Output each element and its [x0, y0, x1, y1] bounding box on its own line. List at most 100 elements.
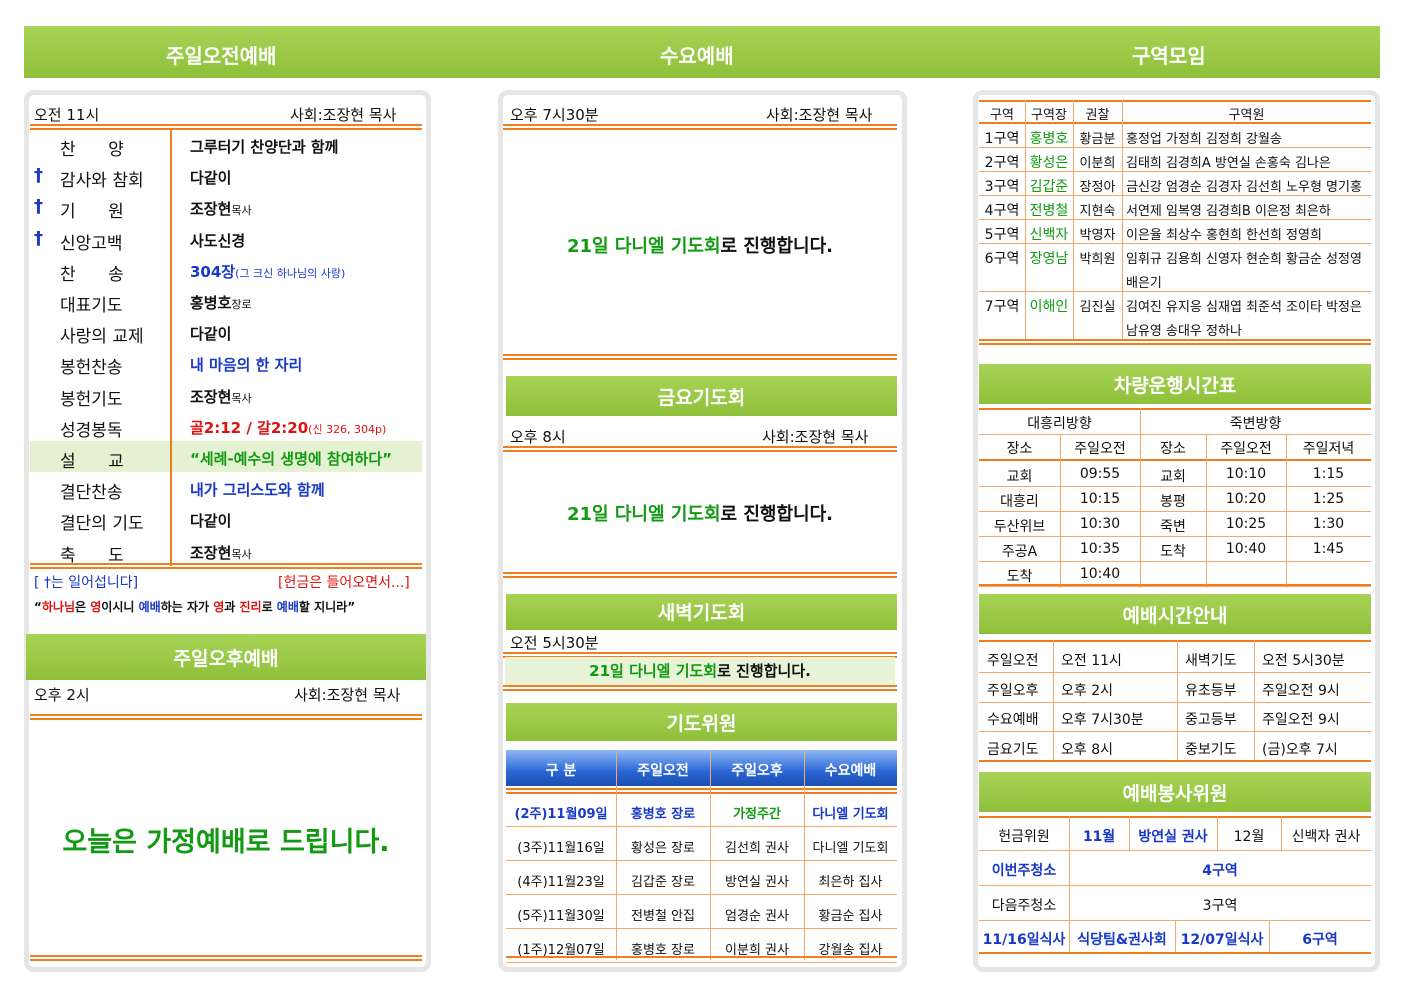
- fri-time: 오후 8시: [510, 428, 566, 446]
- grid-line: [506, 962, 897, 963]
- time-cell: 수요예배: [987, 712, 1039, 728]
- district-leader: 홍병호: [1029, 131, 1069, 147]
- grid-line: [979, 100, 1371, 102]
- time-cell: 오후 7시30분: [1061, 712, 1144, 728]
- time-cell: 주일오전 9시: [1262, 682, 1340, 699]
- order-item-value: 다같이: [190, 169, 232, 188]
- grid-line: [1060, 434, 1061, 588]
- bus-title: 차량운행시간표: [979, 364, 1371, 404]
- grid-line: [804, 750, 805, 960]
- order-item-name: 결단의 기도: [60, 514, 144, 535]
- sun-pm-title: 주일오후예배: [26, 634, 426, 680]
- grid-line: [979, 459, 1371, 461]
- order-item-value: 홍병호: [190, 294, 232, 312]
- district-name: 3구역: [984, 179, 1020, 195]
- order-item-name: 찬 양: [60, 140, 124, 160]
- bus-cell: 10:15: [1079, 491, 1121, 507]
- prayer-cell: 다니엘 기도회: [812, 841, 889, 856]
- grid-line: [979, 243, 1371, 244]
- prayer-cell: 다니엘 기도회: [812, 807, 889, 822]
- offering-note: [헌금은 들어오면서...]: [278, 575, 410, 591]
- bus-subheader: 장소: [1160, 441, 1186, 457]
- service-meal-cell: 11/16일식사: [982, 932, 1066, 948]
- order-item-content: 홍병호장로: [190, 292, 252, 313]
- service-offering-cell: 신백자 권사: [1291, 829, 1361, 845]
- order-column-divider: [170, 129, 172, 566]
- grid-line: [979, 408, 1371, 410]
- district-members: 서연제 임복영 김경희B 이은정 최은하: [1126, 204, 1331, 219]
- district-leader: 이해인: [1029, 299, 1069, 315]
- district-assistant: 황금분: [1079, 132, 1116, 147]
- order-item-name: 찬 송: [60, 264, 124, 285]
- stand-icon: †: [34, 227, 43, 249]
- order-item-value: 304장: [190, 262, 236, 281]
- district-members-cont: 배은기: [1126, 276, 1162, 291]
- order-item-value: 다같이: [190, 325, 232, 344]
- order-item-content: “세례-예수의 생명에 참여하다”: [190, 448, 392, 469]
- bus-cell: 두산위브: [993, 519, 1046, 535]
- bus-cell: 1:15: [1312, 466, 1345, 482]
- order-item-extra: (신 326, 304p): [308, 422, 387, 436]
- service-next-week-label: 다음주청소: [991, 898, 1057, 914]
- order-item-value: 내 마음의 한 자리: [190, 356, 303, 375]
- order-item-content: 다같이: [190, 323, 231, 344]
- grid-line: [979, 219, 1371, 220]
- prayer-cell: (5주)11월30일: [517, 909, 605, 924]
- district-assistant: 박영자: [1079, 228, 1116, 243]
- order-item-name: 봉헌찬송: [60, 358, 123, 379]
- divider: [503, 685, 897, 691]
- district-members: 임휘규 김용희 신영자 현순희 황금순 성정영: [1126, 252, 1362, 267]
- time-cell: 주일오전 9시: [1262, 712, 1340, 728]
- prayer-cell: (2주)11월09일: [514, 807, 608, 822]
- bus-cell: 도착: [1160, 544, 1186, 560]
- service-offering-cell: 11월: [1082, 829, 1116, 845]
- grid-line: [979, 195, 1371, 196]
- time-cell: 오후 2시: [1061, 682, 1113, 699]
- bus-subheader: 장소: [1006, 441, 1033, 457]
- district-header: 구역원: [1228, 108, 1265, 123]
- divider: [30, 955, 422, 961]
- service-next-week-value: 3구역: [1202, 898, 1238, 914]
- grid-line: [1286, 434, 1287, 588]
- grid-line: [1053, 640, 1054, 762]
- order-item-content: 골2:12 / 갈2:20(신 326, 304p): [190, 417, 386, 438]
- service-meal-cell: 12/07일식사: [1180, 932, 1264, 948]
- order-item-content: 내가 그리스도와 함께: [190, 479, 325, 500]
- wed-message: 21일 다니엘 기도회로 진행합니다.: [567, 236, 833, 257]
- grid-line: [506, 894, 897, 895]
- order-item-content: 사도신경: [190, 230, 245, 251]
- divider: [979, 339, 1371, 345]
- wed-leader: 사회:조장현 목사: [766, 106, 873, 124]
- dawn-title: 새벽기도회: [506, 594, 897, 630]
- prayer-header: 주일오전: [637, 763, 689, 779]
- order-item-value: 그루터기 찬양단과 함께: [190, 138, 339, 156]
- order-item-extra: 목사: [231, 547, 252, 561]
- time-cell: 주일오전: [987, 653, 1039, 669]
- bus-cell: 죽변: [1160, 519, 1186, 535]
- service-offering-cell: 헌금위원: [998, 829, 1050, 845]
- order-item-name: 사랑의 교제: [60, 327, 144, 348]
- order-item-value: 사도신경: [190, 231, 246, 250]
- bus-subheader: 주일저녁: [1302, 441, 1355, 457]
- bus-direction-1: 대흥리방향: [1027, 416, 1092, 432]
- prayer-cell: 황금순 집사: [818, 909, 883, 924]
- prayer-table: 구 분 주일오전 주일오후 수요예배 (2주)11월09일 홍병호 장로 가정주간 다니엘 기…: [506, 750, 897, 963]
- bus-cell: 10:40: [1079, 566, 1121, 582]
- prayer-cell: 김선희 권사: [725, 841, 789, 856]
- prayer-header: 주일오후: [731, 763, 783, 779]
- grid-line: [1206, 434, 1207, 588]
- grid-line: [979, 640, 1371, 642]
- prayer-cell: 홍병호 장로: [630, 807, 696, 822]
- district-header: 구역장: [1031, 108, 1067, 123]
- bus-cell: 교회: [1160, 469, 1186, 485]
- order-item-content: 조장현목사: [190, 198, 252, 219]
- district-leader: 황성은: [1029, 155, 1069, 171]
- time-cell: 오전 11시: [1061, 653, 1122, 669]
- bus-subheader: 주일오전: [1074, 441, 1126, 457]
- header-wed: 수요예배: [660, 44, 734, 68]
- sun-am-leader: 사회:조장현 목사: [290, 106, 397, 124]
- divider: [503, 354, 897, 360]
- bus-table: 대흥리방향 죽변방향 장소 주일오전 장소 주일오전 주일저녁 교회 09:55 교회 10:10 1…: [979, 408, 1371, 588]
- time-cell: 오후 8시: [1061, 741, 1113, 758]
- order-item-extra: 목사: [231, 204, 252, 218]
